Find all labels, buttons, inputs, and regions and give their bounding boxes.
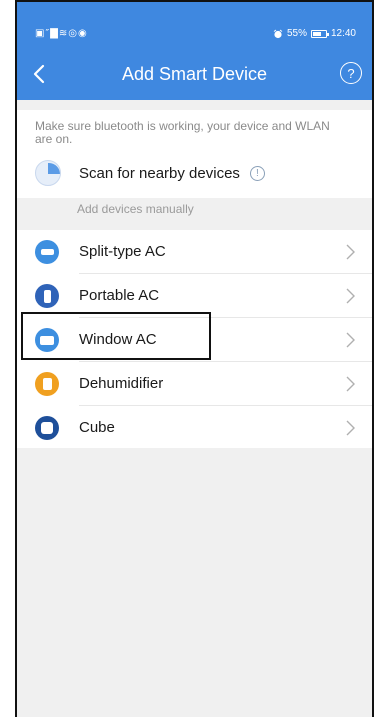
window-ac-icon	[35, 328, 59, 352]
status-icons: ▣″▇≋◎◉	[35, 28, 88, 39]
device-item-portable-ac[interactable]: Portable AC	[17, 274, 372, 318]
page-title: Add Smart Device	[121, 64, 268, 84]
clock: 12:40	[330, 28, 356, 39]
split-ac-icon	[35, 240, 59, 264]
device-label: Dehumidifier	[79, 375, 164, 392]
chevron-right-icon	[346, 332, 355, 348]
chevron-right-icon	[346, 288, 355, 304]
radar-icon	[35, 160, 61, 186]
manual-section-label: Add devices manually	[77, 202, 194, 216]
device-label: Split-type AC	[79, 243, 166, 260]
device-item-window-ac[interactable]: Window AC	[17, 318, 372, 362]
battery-icon	[310, 29, 329, 38]
chevron-right-icon	[346, 420, 355, 436]
device-list: Split-type AC Portable AC Window AC Dehu…	[17, 230, 372, 448]
help-button[interactable]: ?	[340, 62, 362, 84]
device-label: Cube	[79, 419, 115, 436]
device-label: Window AC	[79, 331, 157, 348]
status-right: 55% 12:40	[273, 28, 356, 39]
chevron-left-icon	[33, 64, 45, 84]
portable-ac-icon	[35, 284, 59, 308]
alarm-icon	[273, 29, 283, 38]
device-item-dehumidifier[interactable]: Dehumidifier	[17, 362, 372, 406]
phone-frame: ▣″▇≋◎◉ 55% 12:40 Add Smart Device ? Make…	[15, 0, 374, 717]
device-item-split-type-ac[interactable]: Split-type AC	[17, 230, 372, 274]
bluetooth-hint: Make sure bluetooth is working, your dev…	[35, 119, 330, 146]
back-button[interactable]	[25, 60, 53, 88]
device-item-cube[interactable]: Cube	[17, 406, 372, 450]
info-glyph: !	[256, 167, 259, 179]
chevron-right-icon	[346, 376, 355, 392]
dehumidifier-icon	[35, 372, 59, 396]
battery-fill	[312, 31, 321, 36]
chevron-right-icon	[346, 244, 355, 260]
navbar: Add Smart Device ?	[17, 54, 372, 94]
device-label: Portable AC	[79, 287, 160, 304]
battery-percent: 55%	[286, 28, 307, 39]
app-header: ▣″▇≋◎◉ 55% 12:40 Add Smart Device ?	[17, 2, 372, 100]
scan-nearby-button[interactable]: Scan for nearby devices !	[35, 160, 265, 186]
help-icon: ?	[347, 65, 355, 81]
scan-label: Scan for nearby devices	[79, 164, 240, 182]
bluetooth-scan-section: Make sure bluetooth is working, your dev…	[17, 110, 372, 198]
status-bar: ▣″▇≋◎◉ 55% 12:40	[17, 22, 372, 46]
cube-icon	[35, 416, 59, 440]
info-icon[interactable]: !	[249, 165, 265, 181]
